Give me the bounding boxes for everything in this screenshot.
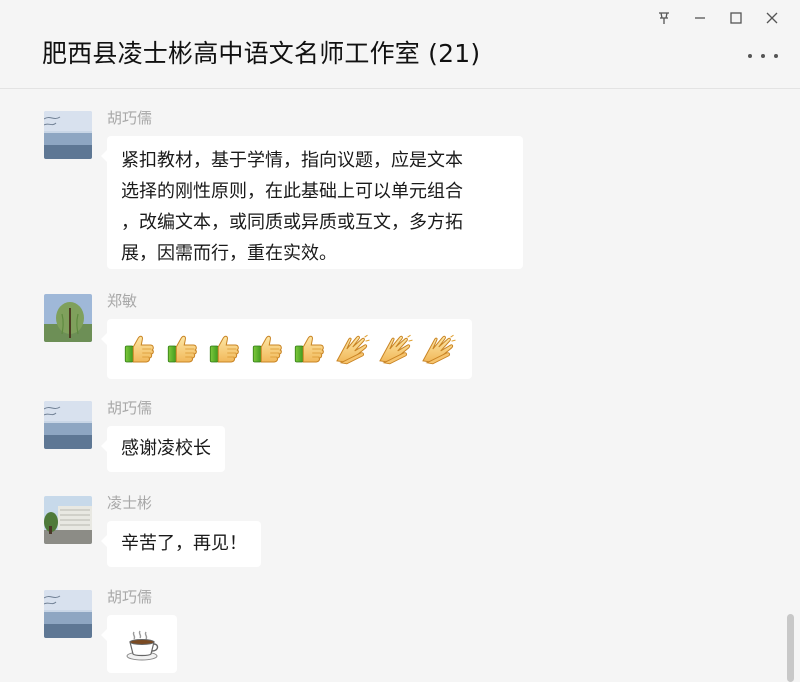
message-text-line: 展，因需而行，重在实效。	[121, 243, 337, 264]
scrollbar[interactable]	[784, 89, 800, 682]
window-titlebar: 肥西县凌士彬高中语文名师工作室 (21)	[0, 0, 800, 89]
lake-scenery-avatar[interactable]	[44, 401, 92, 449]
clap-emoji	[421, 333, 456, 365]
clap-emoji	[335, 333, 370, 365]
sender-name: 胡巧儒	[107, 588, 153, 606]
message-text: 感谢凌校长	[121, 438, 211, 459]
message-bubble[interactable]: 辛苦了，再见！	[101, 521, 261, 567]
emoji-row	[107, 319, 472, 379]
message-text-line: 选择的刚性原则，在此基础上可以单元组合	[121, 181, 463, 202]
campus-building-avatar[interactable]	[44, 496, 92, 544]
message-bubble[interactable]	[101, 319, 472, 379]
sender-name: 胡巧儒	[107, 399, 153, 417]
sender-name: 胡巧儒	[107, 109, 153, 127]
lake-scenery-avatar[interactable]	[44, 590, 92, 638]
message-text-line: ，改编文本，或同质或异质或互文，多方拓	[121, 212, 463, 233]
window-controls	[646, 6, 790, 30]
close-icon[interactable]	[754, 6, 790, 30]
willow-tree-avatar[interactable]	[44, 294, 92, 342]
pin-icon[interactable]	[646, 6, 682, 30]
lake-scenery-avatar[interactable]	[44, 111, 92, 159]
more-options-icon[interactable]	[748, 48, 778, 64]
sender-name: 郑敏	[107, 292, 138, 310]
maximize-icon[interactable]	[718, 6, 754, 30]
message-bubble[interactable]	[101, 615, 177, 673]
message-bubble[interactable]: 紧扣教材，基于学情，指向议题，应是文本 选择的刚性原则，在此基础上可以单元组合 …	[101, 136, 523, 269]
thumbs-up-emoji	[250, 333, 285, 365]
message-text: 辛苦了，再见！	[121, 533, 247, 554]
chat-title: 肥西县凌士彬高中语文名师工作室 (21)	[42, 39, 481, 68]
coffee-emoji	[124, 627, 160, 661]
thumbs-up-emoji	[207, 333, 242, 365]
thumbs-up-emoji	[292, 333, 327, 365]
scrollbar-thumb[interactable]	[787, 614, 794, 682]
message-bubble[interactable]: 感谢凌校长	[101, 426, 225, 472]
minimize-icon[interactable]	[682, 6, 718, 30]
thumbs-up-emoji	[165, 333, 200, 365]
thumbs-up-emoji	[122, 333, 157, 365]
message-text-line: 紧扣教材，基于学情，指向议题，应是文本	[121, 150, 463, 171]
clap-emoji	[378, 333, 413, 365]
sender-name: 凌士彬	[107, 494, 153, 512]
